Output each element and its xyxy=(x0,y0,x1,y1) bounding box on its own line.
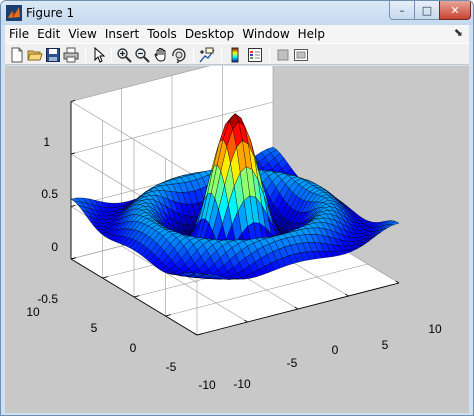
menu-bar: File Edit View Insert Tools Desktop Wind… xyxy=(5,25,469,43)
zoom-in-icon[interactable] xyxy=(116,47,132,63)
new-figure-icon[interactable] xyxy=(9,47,25,63)
maximize-icon: □ xyxy=(421,3,433,17)
maximize-button[interactable]: □ xyxy=(414,1,440,20)
surface-plot-axes[interactable]: 1 0.5 0 -0.5 10 5 0 -5 -10 -10 -5 0 5 10 xyxy=(5,66,469,413)
menu-tools[interactable]: Tools xyxy=(143,27,181,41)
x-tick-label: 5 xyxy=(382,338,389,352)
data-cursor-icon[interactable] xyxy=(199,47,215,63)
figure-toolbar xyxy=(5,43,469,65)
save-icon[interactable] xyxy=(45,47,61,63)
toolbar-separator xyxy=(85,47,86,63)
edit-plot-arrow-icon[interactable] xyxy=(91,47,107,63)
figure-window: Figure 1 – □ ✕ File Edit View Insert Too… xyxy=(0,0,474,416)
y-tick-label: 10 xyxy=(26,305,40,319)
minimize-button[interactable]: – xyxy=(389,1,415,20)
toolbar-separator xyxy=(269,47,270,63)
menu-file[interactable]: File xyxy=(5,27,33,41)
figure-canvas[interactable]: 1 0.5 0 -0.5 10 5 0 -5 -10 -10 -5 0 5 10 xyxy=(5,66,469,413)
print-icon[interactable] xyxy=(63,47,79,63)
menu-desktop[interactable]: Desktop xyxy=(181,27,239,41)
menu-insert[interactable]: Insert xyxy=(101,27,143,41)
y-tick-label: -5 xyxy=(166,360,177,374)
toolbar-separator xyxy=(193,47,194,63)
show-plot-tools-icon[interactable] xyxy=(293,47,309,63)
x-tick-label: 10 xyxy=(428,322,442,336)
insert-colorbar-icon[interactable] xyxy=(227,47,243,63)
z-tick-label: -0.5 xyxy=(37,292,58,306)
menu-view[interactable]: View xyxy=(64,27,100,41)
pan-hand-icon[interactable] xyxy=(153,47,169,63)
toolbar-separator xyxy=(111,47,112,63)
menu-help[interactable]: Help xyxy=(294,27,329,41)
x-tick-label: 0 xyxy=(332,343,339,357)
hide-plot-tools-icon[interactable] xyxy=(275,47,291,63)
y-tick-label: 0 xyxy=(130,341,137,355)
y-tick-label: -10 xyxy=(198,378,216,392)
z-tick-label: 0.5 xyxy=(41,187,58,201)
window-title: Figure 1 xyxy=(26,6,75,20)
y-tick-label: 5 xyxy=(91,321,98,335)
z-tick-label: 1 xyxy=(43,135,50,149)
menu-edit[interactable]: Edit xyxy=(33,27,64,41)
close-icon: ✕ xyxy=(450,3,460,17)
open-file-icon[interactable] xyxy=(27,47,43,63)
x-tick-label: -5 xyxy=(287,356,298,370)
rotate-3d-icon[interactable] xyxy=(171,47,187,63)
matlab-icon xyxy=(6,5,22,21)
close-button[interactable]: ✕ xyxy=(439,1,471,20)
z-tick-label: 0 xyxy=(51,240,58,254)
dock-arrow-icon[interactable]: ⬊ xyxy=(454,26,463,39)
x-tick-label: -10 xyxy=(233,377,251,391)
menu-window[interactable]: Window xyxy=(238,27,293,41)
title-bar[interactable]: Figure 1 – □ ✕ xyxy=(1,1,473,25)
toolbar-separator xyxy=(221,47,222,63)
zoom-out-icon[interactable] xyxy=(134,47,150,63)
insert-legend-icon[interactable] xyxy=(247,47,263,63)
minimize-icon: – xyxy=(399,3,405,17)
